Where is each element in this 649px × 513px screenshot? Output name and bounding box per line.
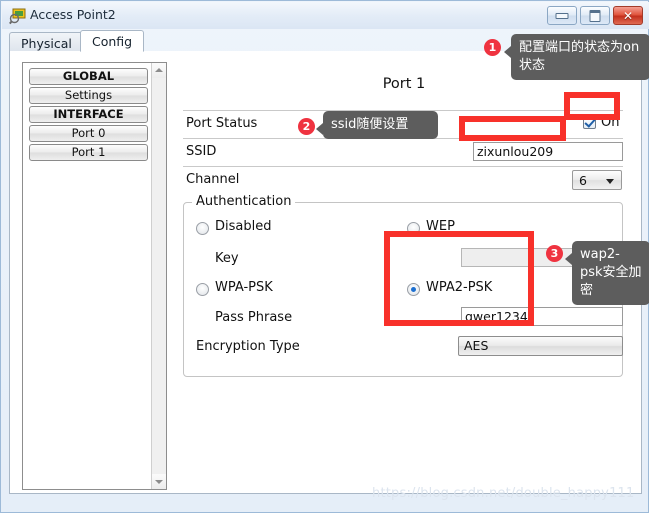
maximize-button[interactable] <box>580 6 610 25</box>
watermark: https://blog.csdn.net/double_happy111 <box>372 486 635 501</box>
annotation-badge-3: 3 <box>546 245 563 262</box>
close-icon: ✕ <box>622 8 634 23</box>
port-status-checkbox[interactable] <box>583 116 596 129</box>
encryption-type-dropdown[interactable]: AES <box>458 336 623 356</box>
maximize-icon <box>589 9 601 22</box>
minimize-icon <box>555 12 569 19</box>
sidebar-item-port-1[interactable]: Port 1 <box>29 144 148 161</box>
scroll-up-icon[interactable] <box>152 63 166 78</box>
annotation-callout-3: wap2-psk安全加密 <box>565 241 649 305</box>
radio-wpa-psk[interactable] <box>196 283 209 296</box>
ssid-input[interactable]: zixunlou209 <box>473 142 623 161</box>
key-label: Key <box>215 251 239 266</box>
annotation-badge-1: 1 <box>484 39 501 56</box>
tab-config[interactable]: Config <box>80 30 145 52</box>
application-window: Access Point2 ✕ Physical Config GLOBAL S… <box>0 0 649 513</box>
annotation-callout-2: ssid随便设置 <box>316 111 438 139</box>
scroll-down-icon[interactable] <box>152 474 166 489</box>
radio-wpa-psk-label: WPA-PSK <box>215 280 273 295</box>
port-status-label: Port Status <box>186 116 258 131</box>
radio-disabled[interactable] <box>196 222 209 235</box>
minimize-button[interactable] <box>547 6 577 25</box>
authentication-legend: Authentication <box>192 194 296 209</box>
channel-label: Channel <box>186 172 240 187</box>
pass-phrase-label: Pass Phrase <box>215 310 293 325</box>
channel-value: 6 <box>579 173 587 188</box>
radio-disabled-label: Disabled <box>215 219 272 234</box>
title-bar: Access Point2 ✕ <box>2 2 649 29</box>
encryption-type-label: Encryption Type <box>196 339 300 354</box>
close-button[interactable]: ✕ <box>613 6 643 25</box>
tab-physical[interactable]: Physical <box>9 32 84 52</box>
ssid-label: SSID <box>186 144 217 159</box>
radio-wep-label: WEP <box>426 219 455 234</box>
pass-phrase-input[interactable]: qwer1234 <box>461 307 623 326</box>
annotation-badge-2: 2 <box>298 118 315 135</box>
window-title: Access Point2 <box>30 7 116 22</box>
sidebar-item-settings[interactable]: Settings <box>29 87 148 104</box>
divider <box>183 166 623 167</box>
navigation-list: GLOBAL Settings INTERFACE Port 0 Port 1 <box>22 62 167 490</box>
port-status-control[interactable]: On <box>579 114 625 132</box>
sidebar-item-global[interactable]: GLOBAL <box>29 68 148 85</box>
port-status-on-label: On <box>601 115 620 130</box>
annotation-callout-1: 配置端口的状态为on状态 <box>504 34 649 80</box>
access-point-icon <box>9 8 26 25</box>
channel-dropdown[interactable]: 6 <box>572 170 622 190</box>
sidebar-item-interface[interactable]: INTERFACE <box>29 106 148 123</box>
navigation-scrollbar[interactable] <box>151 63 166 489</box>
radio-wpa2-psk[interactable] <box>407 283 420 296</box>
radio-wpa2-psk-label: WPA2-PSK <box>426 280 493 295</box>
sidebar-item-port-0[interactable]: Port 0 <box>29 125 148 142</box>
chevron-down-icon <box>606 179 614 184</box>
radio-wep[interactable] <box>407 222 420 235</box>
